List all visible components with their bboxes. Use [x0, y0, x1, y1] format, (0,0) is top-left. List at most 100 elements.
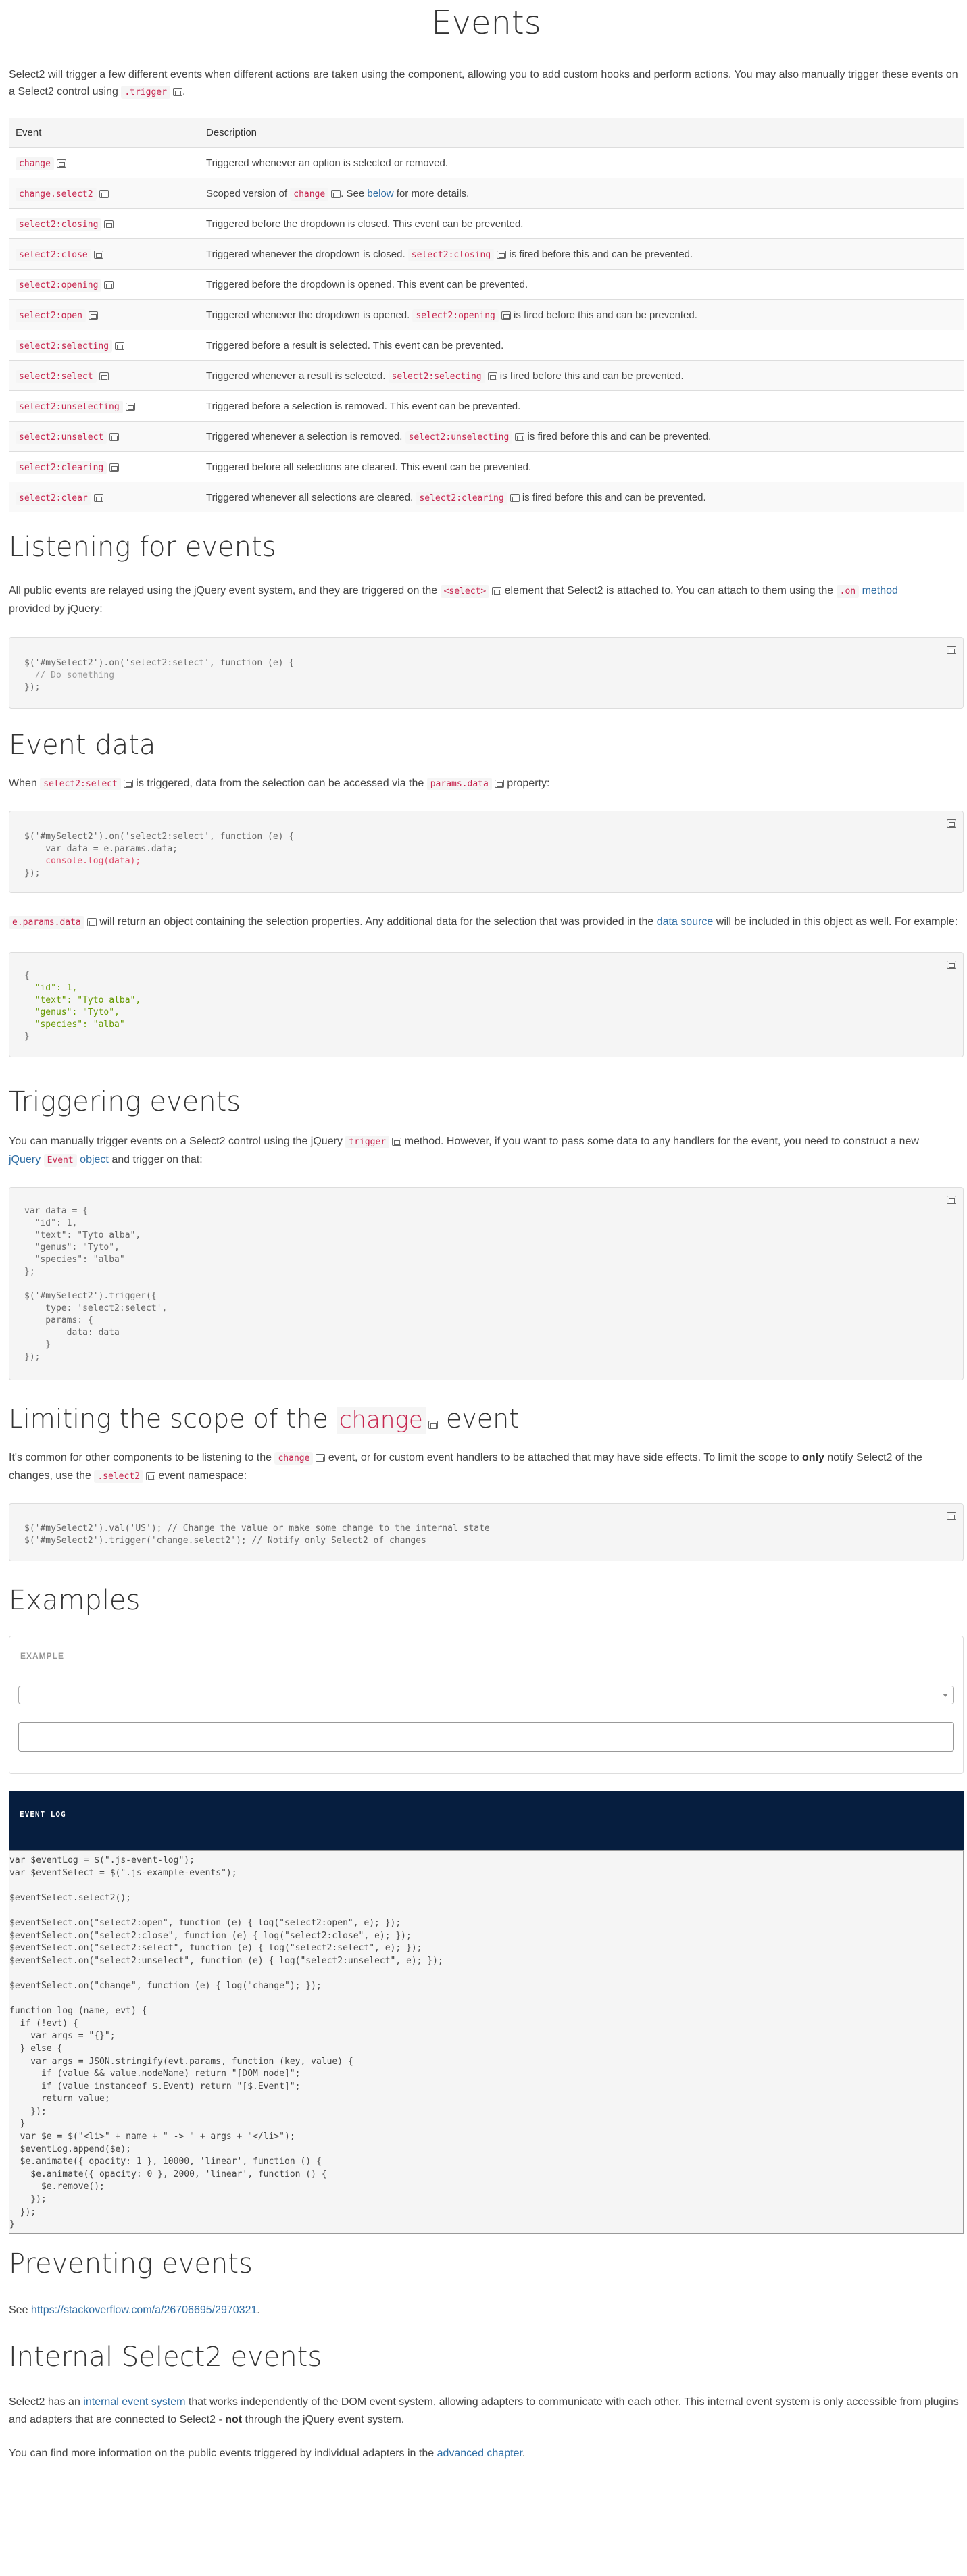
code-line: "species": "alba": [24, 1255, 125, 1265]
heading-event-data: Event data: [9, 730, 156, 761]
copy-icon[interactable]: [56, 159, 66, 168]
copy-icon[interactable]: [99, 189, 109, 198]
intro-paragraph: Select2 will trigger a few different eve…: [9, 69, 958, 99]
limiting-paragraph: It's common for other components to be l…: [9, 1452, 922, 1483]
events-table: Event Description change Triggered whenev…: [9, 118, 964, 512]
event-description-cell: Scoped version of change. See below for …: [199, 178, 964, 209]
copy-icon[interactable]: [104, 280, 114, 289]
table-row: select2:open Triggered whenever the dropd…: [9, 299, 964, 330]
copy-icon[interactable]: [515, 432, 525, 441]
code-line: });: [9, 2206, 36, 2217]
copy-icon[interactable]: [947, 961, 956, 969]
copy-icon[interactable]: [93, 250, 103, 259]
jquery-on-method-link[interactable]: method: [862, 585, 898, 597]
heading-examples: Examples: [9, 1585, 141, 1616]
copy-icon[interactable]: [428, 1421, 438, 1429]
event-name-cell: change.select2: [9, 178, 199, 209]
event-name-cell: select2:select: [9, 360, 199, 391]
copy-icon[interactable]: [86, 918, 97, 926]
code-line: $eventSelect.on("select2:open", function…: [9, 1917, 401, 1928]
copy-icon[interactable]: [145, 1472, 155, 1480]
code-block-listening: $('#mySelect2').on('select2:select', fun…: [9, 637, 964, 709]
select2-dropdown[interactable]: [18, 1686, 954, 1704]
event-data-paragraph: When select2:select is triggered, data f…: [9, 778, 550, 790]
code-line: return value;: [9, 2094, 110, 2104]
copy-icon[interactable]: [109, 432, 120, 441]
table-row: select2:clearing Triggered before all sel…: [9, 451, 964, 482]
table-row: select2:unselecting Triggered before a se…: [9, 390, 964, 422]
copy-icon[interactable]: [88, 311, 98, 320]
code-line: $eventLog.append($e);: [9, 2144, 132, 2154]
event-description-cell: Triggered whenever a selection is remove…: [199, 421, 964, 452]
event-object-link[interactable]: object: [80, 1154, 109, 1165]
event-name-cell: select2:unselecting: [9, 390, 199, 422]
code-line: params: {: [24, 1315, 93, 1325]
code-block-event-log: var $eventLog = $(".js-event-log"); var …: [9, 1850, 964, 2234]
event-description-cell: Triggered before all selections are clea…: [199, 451, 964, 482]
table-row: select2:opening Triggered before the drop…: [9, 269, 964, 300]
code-line: $('#mySelect2').on('select2:select', fun…: [24, 658, 295, 668]
copy-icon[interactable]: [487, 372, 497, 380]
copy-icon[interactable]: [947, 1512, 956, 1520]
copy-icon[interactable]: [392, 1138, 402, 1146]
heading-limiting: Limiting the scope of the change event: [9, 1404, 520, 1434]
table-row: select2:selecting Triggered before a resu…: [9, 330, 964, 361]
code-line: }: [9, 2119, 26, 2129]
code-line: if (value instanceof $.Event) return "[$…: [9, 2081, 301, 2092]
stackoverflow-link[interactable]: https://stackoverflow.com/a/26706695/297…: [31, 2304, 257, 2316]
code-line: });: [9, 2106, 47, 2117]
copy-icon[interactable]: [123, 780, 133, 788]
copy-icon[interactable]: [93, 493, 103, 502]
copy-icon[interactable]: [109, 463, 120, 472]
below-link[interactable]: below: [367, 188, 393, 199]
copy-icon[interactable]: [947, 646, 956, 654]
heading-internal: Internal Select2 events: [9, 2342, 322, 2373]
example-box: EXAMPLE: [9, 1636, 964, 1774]
copy-icon[interactable]: [947, 1196, 956, 1204]
code-line: $e.remove();: [9, 2181, 105, 2192]
table-header-description: Description: [199, 118, 964, 148]
code-block-event-data: $('#mySelect2').on('select2:select', fun…: [9, 811, 964, 893]
trigger-code: .trigger: [121, 86, 170, 99]
code-line: var data = {: [24, 1206, 88, 1216]
event-description-cell: Triggered whenever the dropdown is opene…: [199, 299, 964, 330]
event-log-list: [18, 1722, 954, 1752]
copy-icon[interactable]: [501, 311, 511, 320]
copy-icon[interactable]: [492, 587, 502, 595]
copy-icon[interactable]: [172, 88, 182, 96]
copy-icon[interactable]: [510, 493, 520, 502]
copy-icon[interactable]: [125, 402, 135, 411]
copy-icon[interactable]: [331, 189, 341, 198]
heading-preventing: Preventing events: [9, 2248, 253, 2279]
listening-paragraph: All public events are relayed using the …: [9, 585, 898, 615]
copy-icon[interactable]: [497, 250, 507, 259]
code-line: "id": 1,: [24, 1218, 78, 1228]
code-line: var $eventSelect = $(".js-example-events…: [9, 1867, 237, 1878]
chevron-down-icon: [943, 1694, 948, 1697]
event-description-cell: Triggered before a result is selected. T…: [199, 330, 964, 361]
copy-icon[interactable]: [947, 819, 956, 828]
copy-icon[interactable]: [99, 372, 109, 380]
code-line: }: [9, 2219, 15, 2230]
code-line: $eventSelect.on("select2:unselect", func…: [9, 1955, 443, 1966]
event-name-cell: select2:clear: [9, 482, 199, 512]
code-line: };: [24, 1267, 35, 1277]
table-header-event: Event: [9, 118, 199, 148]
event-description-cell: Triggered whenever all selections are cl…: [199, 482, 964, 512]
code-line: var $e = $("<li>" + name + " -> " + args…: [9, 2131, 295, 2142]
copy-icon[interactable]: [115, 341, 125, 350]
copy-icon[interactable]: [104, 220, 114, 228]
jquery-link[interactable]: jQuery: [9, 1154, 41, 1165]
copy-icon[interactable]: [316, 1454, 326, 1462]
copy-icon[interactable]: [494, 780, 504, 788]
code-line: var args = "{}";: [9, 2031, 116, 2042]
code-line: if (value && value.nodeName) return "[DO…: [9, 2069, 301, 2079]
internal-event-system-link[interactable]: internal event system: [83, 2396, 185, 2408]
event-name-cell: change: [9, 147, 199, 178]
advanced-chapter-link[interactable]: advanced chapter: [437, 2448, 522, 2459]
data-source-link[interactable]: data source: [657, 916, 714, 928]
event-description-cell: Triggered before the dropdown is opened.…: [199, 269, 964, 300]
table-row: select2:unselect Triggered whenever a sel…: [9, 421, 964, 452]
code-line: }: [24, 1340, 51, 1350]
internal-paragraph: Select2 has an internal event system tha…: [9, 2396, 959, 2425]
